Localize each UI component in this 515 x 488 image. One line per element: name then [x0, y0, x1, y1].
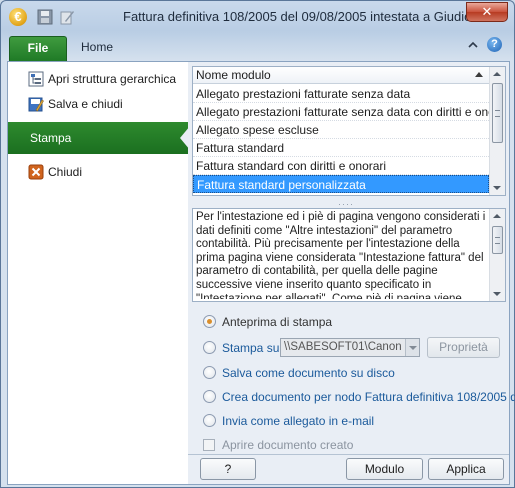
option-label: Invia come allegato in e-mail — [222, 414, 375, 428]
list-item[interactable]: Fattura standard con diritti e onorari — [193, 157, 489, 175]
list-item[interactable]: Allegato prestazioni fatturate senza dat… — [193, 85, 489, 103]
menu-item-label: Apri struttura gerarchica — [48, 72, 177, 86]
quick-edit-icon[interactable] — [59, 9, 75, 25]
option-label: Anteprima di stampa — [222, 315, 333, 329]
list-item[interactable]: Fattura standard — [193, 139, 489, 157]
save-close-icon — [28, 97, 44, 112]
description-text: Per l'intestazione ed i piè di pagina ve… — [196, 211, 486, 299]
radio-print-preview[interactable] — [203, 315, 216, 328]
menu-item-print[interactable]: Stampa — [8, 122, 188, 154]
option-label: Stampa su — [222, 341, 280, 355]
menu-item-label: Salva e chiudi — [48, 97, 123, 111]
list-item[interactable]: Allegato spese escluse — [193, 121, 489, 139]
scroll-up-icon[interactable] — [493, 214, 501, 218]
ribbon-minimize-icon[interactable] — [467, 39, 479, 51]
app-euro-icon[interactable]: € — [9, 8, 27, 26]
sort-ascending-icon — [475, 72, 483, 77]
scroll-thumb[interactable] — [492, 83, 503, 143]
apply-button[interactable]: Applica — [428, 458, 504, 480]
backstage-view: Apri struttura gerarchica Salva e chiudi… — [7, 61, 515, 485]
properties-button[interactable]: Proprietà — [427, 337, 500, 358]
scroll-down-icon[interactable] — [493, 186, 501, 190]
tab-home[interactable]: Home — [81, 40, 113, 54]
divider — [188, 454, 509, 455]
scroll-up-icon[interactable] — [493, 72, 501, 76]
menu-item-close[interactable]: Chiudi — [8, 160, 188, 184]
quick-save-icon[interactable] — [37, 9, 53, 25]
column-header-module-name[interactable]: Nome modulo — [193, 67, 489, 84]
printer-select[interactable]: \\SABESOFT01\Canon — [280, 338, 420, 357]
module-description: Per l'intestazione ed i piè di pagina ve… — [192, 208, 506, 302]
ribbon-tabs: File Home ? — [1, 33, 514, 61]
option-label: Salva come documento su disco — [222, 366, 395, 380]
help-button[interactable]: ? — [200, 458, 256, 480]
tree-structure-icon — [28, 71, 44, 87]
checkbox-open-created[interactable] — [203, 439, 215, 451]
menu-item-save-close[interactable]: Salva e chiudi — [8, 92, 188, 116]
scroll-down-icon[interactable] — [493, 292, 501, 296]
tab-file[interactable]: File — [9, 36, 67, 61]
module-button[interactable]: Modulo — [346, 458, 423, 480]
radio-save-disk[interactable] — [203, 366, 216, 379]
modules-rows: Allegato prestazioni fatturate senza dat… — [193, 85, 489, 193]
window-close-button[interactable]: ✕ — [466, 2, 508, 22]
help-icon[interactable]: ? — [487, 37, 502, 52]
option-label: Aprire documento creato — [222, 438, 354, 452]
menu-item-open-tree[interactable]: Apri struttura gerarchica — [8, 67, 188, 91]
scroll-thumb[interactable] — [492, 226, 503, 254]
list-item[interactable]: Allegato prestazioni fatturate senza dat… — [193, 103, 489, 121]
backstage-menu: Apri struttura gerarchica Salva e chiudi… — [8, 62, 190, 484]
modules-scrollbar[interactable] — [489, 67, 505, 195]
radio-send-email[interactable] — [203, 414, 216, 427]
title-bar: € Fattura definitiva 108/2005 del 09/08/… — [1, 1, 514, 33]
window-title: Fattura definitiva 108/2005 del 09/08/20… — [123, 9, 482, 24]
chevron-down-icon[interactable] — [405, 339, 419, 356]
menu-item-label: Stampa — [30, 131, 72, 145]
modules-list[interactable]: Nome modulo Allegato prestazioni fattura… — [192, 66, 506, 196]
description-scrollbar[interactable] — [489, 209, 505, 301]
radio-print-on[interactable] — [203, 341, 216, 354]
print-panel: Nome modulo Allegato prestazioni fattura… — [188, 62, 515, 484]
close-document-icon — [28, 164, 44, 180]
application-window: € Fattura definitiva 108/2005 del 09/08/… — [0, 0, 515, 488]
option-label: Crea documento per nodo Fattura definiti… — [222, 390, 515, 404]
radio-create-document[interactable] — [203, 390, 216, 403]
list-item-selected[interactable]: Fattura standard personalizzata — [193, 175, 489, 193]
menu-item-label: Chiudi — [48, 165, 83, 179]
